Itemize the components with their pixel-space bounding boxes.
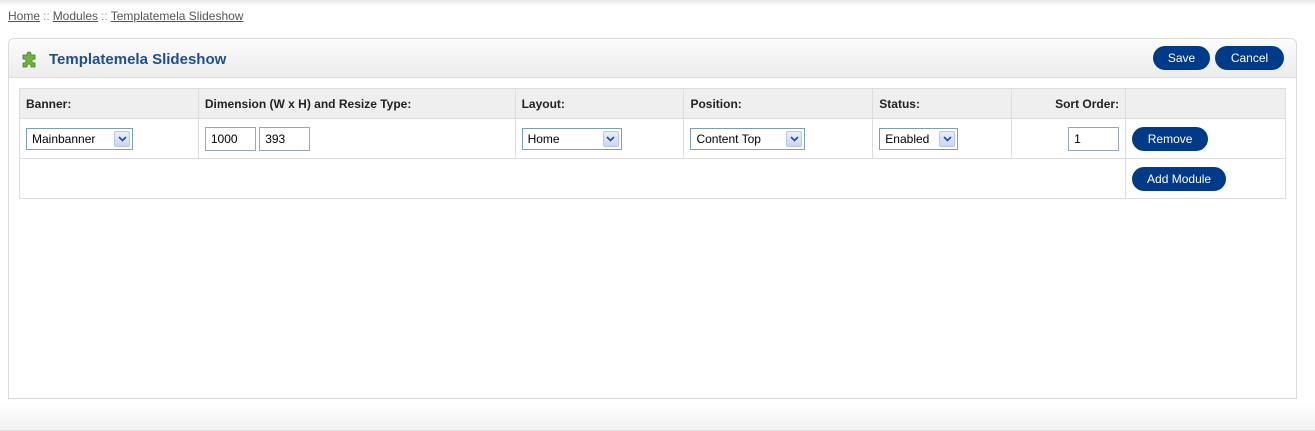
chevron-down-icon [786, 130, 803, 147]
add-module-button[interactable]: Add Module [1132, 166, 1227, 191]
table-header-row: Banner: Dimension (W x H) and Resize Typ… [19, 88, 1286, 119]
cancel-button[interactable]: Cancel [1215, 46, 1284, 70]
page-title: Templatemela Slideshow [49, 51, 227, 68]
status-select-value: Enabled [885, 131, 930, 146]
layout-cell: Home [514, 118, 685, 159]
banner-cell: Mainbanner [19, 118, 199, 159]
width-input[interactable]: 1000 [204, 126, 256, 151]
column-header-status: Status: [872, 88, 1013, 119]
banner-select-value: Mainbanner [32, 131, 96, 146]
chevron-down-icon [602, 130, 619, 147]
column-header-actions [1125, 88, 1286, 119]
layout-select[interactable]: Home [521, 127, 622, 150]
table-row: Mainbanner 1000 393 Home Content Top Ena… [19, 118, 1286, 159]
actions-cell: Remove [1125, 118, 1286, 159]
dimension-cell: 1000 393 [197, 118, 516, 159]
column-header-position: Position: [683, 88, 874, 119]
header-buttons: Save Cancel [1153, 46, 1284, 70]
sort-order-input[interactable]: 1 [1068, 126, 1120, 151]
sort-order-cell: 1 [1011, 118, 1127, 159]
breadcrumb-modules-link[interactable]: Modules [53, 9, 98, 23]
position-select[interactable]: Content Top [690, 127, 806, 150]
save-button[interactable]: Save [1153, 46, 1210, 70]
module-panel: Templatemela Slideshow Save Cancel Banne… [8, 38, 1297, 399]
top-shadow [0, 0, 1315, 6]
status-cell: Enabled [872, 118, 1013, 159]
remove-button[interactable]: Remove [1132, 126, 1209, 151]
puzzle-piece-icon [22, 51, 36, 68]
column-header-sort-order: Sort Order: [1011, 88, 1127, 119]
breadcrumb-separator: :: [43, 9, 50, 23]
banner-select[interactable]: Mainbanner [26, 127, 133, 150]
footer-spacer-cell [18, 158, 1127, 199]
position-select-value: Content Top [696, 131, 761, 146]
column-header-layout: Layout: [514, 88, 685, 119]
table-footer-row: Add Module [18, 158, 1286, 199]
chevron-down-icon [939, 130, 956, 147]
chevron-down-icon [114, 130, 130, 147]
modules-table: Banner: Dimension (W x H) and Resize Typ… [18, 88, 1286, 199]
height-input[interactable]: 393 [259, 126, 311, 151]
breadcrumb: Home:: Modules:: Templatemela Slideshow [8, 9, 243, 23]
status-select[interactable]: Enabled [879, 127, 959, 150]
footer-band [0, 404, 1315, 431]
panel-heading: Templatemela Slideshow Save Cancel [9, 39, 1296, 78]
breadcrumb-current-link[interactable]: Templatemela Slideshow [111, 9, 244, 23]
breadcrumb-separator: :: [101, 9, 108, 23]
layout-select-value: Home [527, 131, 560, 146]
column-header-dimension: Dimension (W x H) and Resize Type: [197, 88, 516, 119]
breadcrumb-home-link[interactable]: Home [8, 9, 40, 23]
position-cell: Content Top [683, 118, 874, 159]
column-header-banner: Banner: [19, 88, 199, 119]
add-module-cell: Add Module [1125, 158, 1286, 199]
